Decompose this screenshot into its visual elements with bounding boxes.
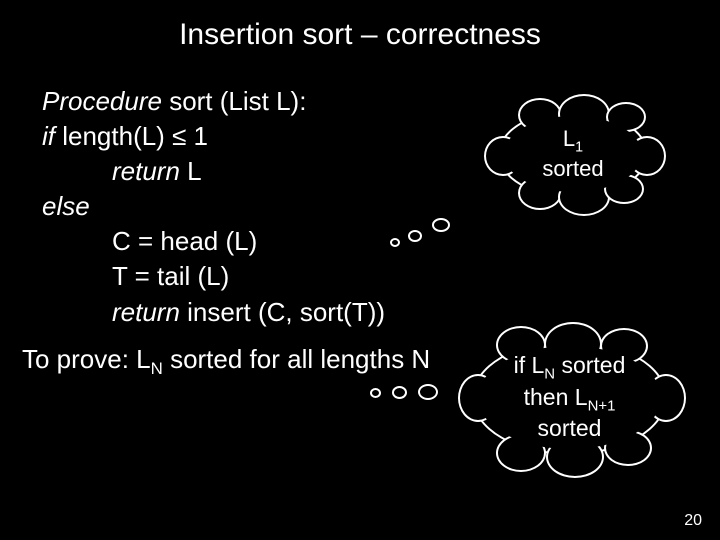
cloud2-l1a: if L (514, 352, 545, 378)
kw-procedure: Procedure (42, 86, 162, 116)
cloud1-line2: sorted (542, 156, 603, 182)
thought-trail-dot (432, 218, 450, 232)
code-l7-rest: insert (C, sort(T)) (187, 297, 385, 327)
cloud2-l2sub: N+1 (588, 397, 616, 414)
thought-cloud-inductive-step: if LN sorted then LN+1 sorted (472, 340, 682, 455)
cloud2-l2a: then L (524, 384, 588, 410)
cloud1-l1a: L (563, 126, 575, 151)
thought-cloud-base-case: L1 sorted (498, 110, 668, 198)
code-line-5: C = head (L) (42, 224, 720, 259)
cloud1-line1: L1 (542, 126, 603, 157)
thought-trail-dot (392, 386, 407, 399)
thought-trail-dot (390, 238, 400, 247)
prove-sub: N (151, 359, 163, 378)
thought-trail-dot (370, 388, 381, 398)
thought-trail-dot (418, 384, 438, 400)
code-line-6: T = tail (L) (42, 259, 720, 294)
kw-return-1: return (112, 156, 180, 186)
code-l2-rest: length(L) ≤ 1 (55, 121, 208, 151)
cloud2-l1b: sorted (555, 352, 625, 378)
kw-else: else (42, 191, 90, 221)
kw-if: if (42, 121, 55, 151)
kw-return-2: return (112, 297, 187, 327)
cloud2-l1sub: N (544, 366, 555, 383)
cloud2-line3: sorted (514, 415, 626, 443)
page-number: 20 (684, 512, 702, 530)
prove-b: sorted for all lengths N (163, 344, 430, 374)
thought-trail-dot (408, 230, 422, 242)
code-l1-rest: sort (List L): (162, 86, 306, 116)
cloud2-line2: then LN+1 (514, 384, 626, 416)
code-l3-rest: L (180, 156, 202, 186)
prove-a: To prove: L (22, 344, 151, 374)
slide-title: Insertion sort – correctness (0, 0, 720, 62)
cloud1-l1sub: 1 (575, 139, 583, 155)
code-line-7: return insert (C, sort(T)) (42, 295, 720, 330)
cloud2-line1: if LN sorted (514, 352, 626, 384)
